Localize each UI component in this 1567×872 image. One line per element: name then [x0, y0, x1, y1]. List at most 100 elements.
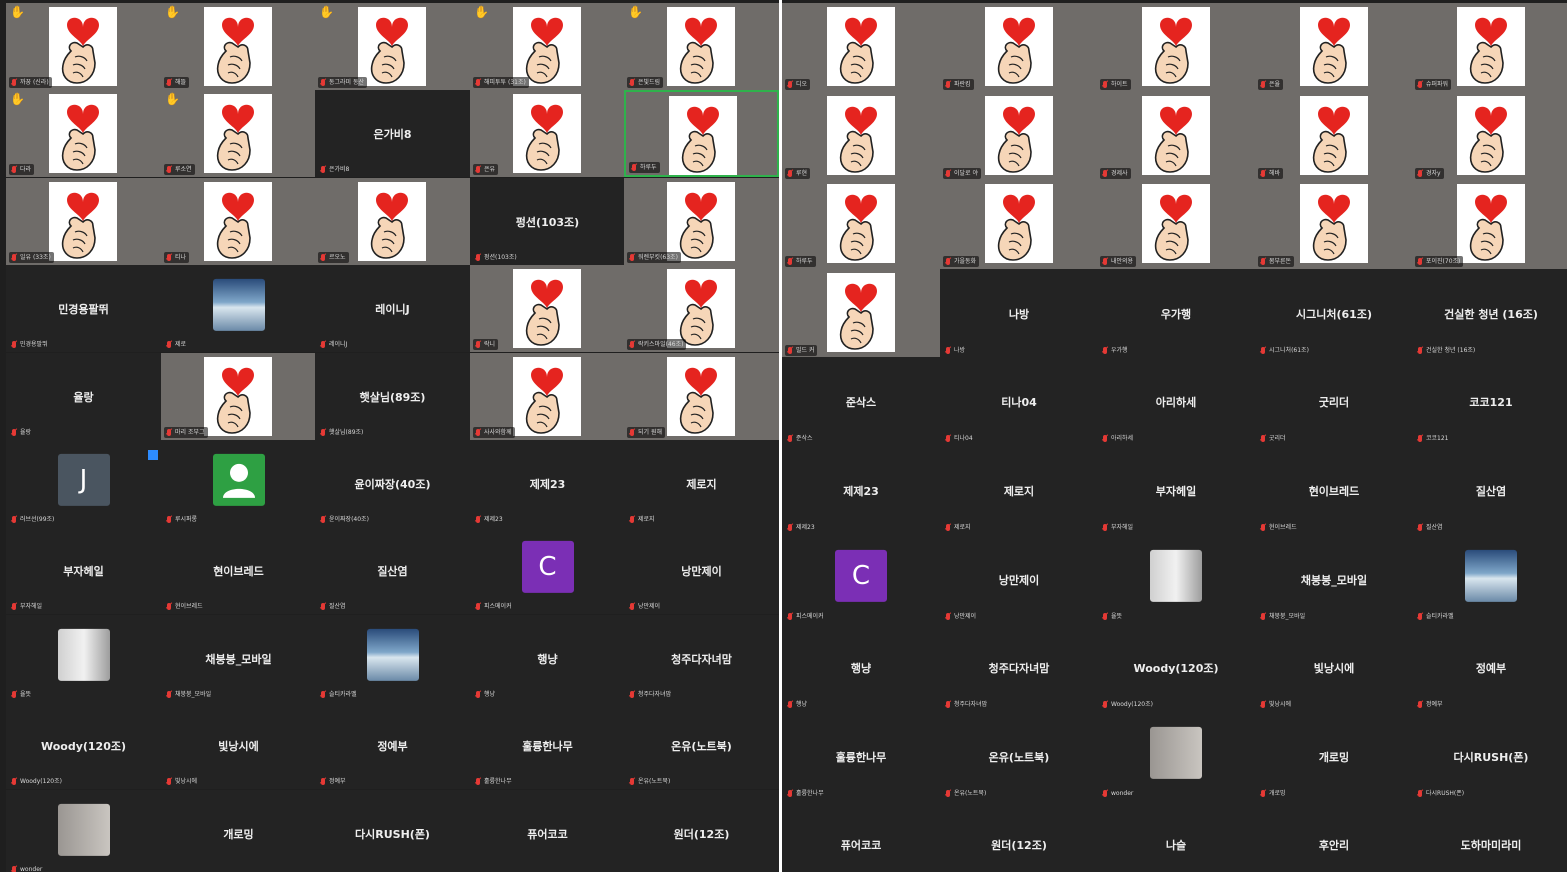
participant-tile[interactable]: Woody(120조) Woody(120조) — [1097, 623, 1255, 712]
participant-tile[interactable]: 정예부 정예부 — [315, 702, 470, 789]
participant-tile[interactable]: 청주다자녀맘 청주다자녀맘 — [624, 615, 779, 702]
participant-tile[interactable]: 하루두 — [782, 180, 940, 269]
participant-tile[interactable]: 티나 — [161, 178, 316, 265]
participant-tile[interactable]: 락니 — [470, 265, 625, 352]
participant-tile[interactable]: 제제23 제제23 — [782, 446, 940, 535]
participant-tile[interactable]: 르오노 — [315, 178, 470, 265]
participant-tile[interactable]: 낭만제이 낭만제이 — [940, 535, 1098, 624]
participant-tile[interactable]: 일유 (33조) — [6, 178, 161, 265]
participant-tile[interactable]: 가을동화 — [940, 180, 1098, 269]
participant-tile[interactable]: 밀드 커 — [782, 269, 940, 358]
participant-tile[interactable]: 율뜻 — [1097, 535, 1255, 624]
participant-tile[interactable]: 이달로 야 — [940, 92, 1098, 181]
participant-tile[interactable]: 청주다자녀맘 청주다자녀맘 — [940, 623, 1098, 712]
participant-tile[interactable]: 민경용팔뛰 민경용팔뛰 — [6, 265, 161, 352]
participant-tile[interactable]: 루시퍼롱 — [161, 440, 316, 527]
participant-tile[interactable]: 훌륭한나무 훌륭한나무 — [782, 712, 940, 801]
participant-tile[interactable]: ✋ 해피투투 (31조) — [470, 3, 625, 90]
participant-tile[interactable]: ✋ 루소연 — [161, 90, 316, 177]
participant-tile[interactable]: 건실한 청년 (16조) 건실한 청년 (16조) — [1412, 269, 1567, 358]
participant-tile[interactable]: 질산염 질산염 — [315, 527, 470, 614]
participant-tile[interactable]: 제로지 제로지 — [624, 440, 779, 527]
participant-tile[interactable]: 퓨어코코 — [470, 790, 625, 872]
participant-tile[interactable]: 펑션(103조) 펑션(103조) — [470, 178, 625, 265]
participant-tile[interactable]: wonder — [1097, 712, 1255, 801]
participant-tile[interactable]: 다시RUSH(폰) — [315, 790, 470, 872]
participant-tile[interactable]: 파란킴 — [940, 3, 1098, 92]
participant-tile[interactable]: Woody(120조) Woody(120조) — [6, 702, 161, 789]
participant-tile[interactable]: 온유(노트북) 온유(노트북) — [940, 712, 1098, 801]
participant-tile[interactable]: 제로지 제로지 — [940, 446, 1098, 535]
participant-tile[interactable]: 빛낭시에 빛낭시에 — [161, 702, 316, 789]
participant-tile[interactable]: 행냥 행냥 — [782, 623, 940, 712]
participant-tile[interactable]: 티나04 티나04 — [940, 357, 1098, 446]
participant-tile[interactable]: 윤이짜장(40조) 윤이짜장(40조) — [315, 440, 470, 527]
participant-tile[interactable]: 봄부른돈 — [1255, 180, 1413, 269]
participant-tile[interactable]: 루현 — [782, 92, 940, 181]
participant-tile[interactable]: 은가비8 은가비8 — [315, 90, 470, 177]
participant-tile[interactable]: ✋ 까꿍 (신라) — [6, 3, 161, 90]
participant-tile[interactable]: 율뜻 — [6, 615, 161, 702]
participant-tile[interactable]: 정예부 정예부 — [1412, 623, 1567, 712]
participant-tile[interactable]: 경자y — [1412, 92, 1567, 181]
participant-tile[interactable]: 굿리더 굿리더 — [1255, 357, 1413, 446]
participant-tile[interactable]: 우가행 우가행 — [1097, 269, 1255, 358]
participant-tile[interactable]: 채붕붕_모바일 채붕붕_모바일 — [161, 615, 316, 702]
participant-tile[interactable]: ✋ 은빛드림 — [624, 3, 779, 90]
participant-tile[interactable]: wonder — [6, 790, 161, 872]
participant-tile[interactable]: 부자헤일 부자헤일 — [1097, 446, 1255, 535]
participant-tile[interactable]: 준삭스 준삭스 — [782, 357, 940, 446]
participant-tile[interactable]: 슬티카라멜 — [315, 615, 470, 702]
participant-tile[interactable]: 질산염 질산염 — [1412, 446, 1567, 535]
participant-tile[interactable]: 은유 — [470, 90, 625, 177]
participant-tile[interactable]: 개로밍 — [161, 790, 316, 872]
participant-tile[interactable]: J 러브선(99조) — [6, 440, 161, 527]
participant-tile[interactable]: 코코121 코코121 — [1412, 357, 1567, 446]
participant-tile[interactable]: 디오 — [782, 3, 940, 92]
participant-tile[interactable]: ✋ 동그라미 동산 — [315, 3, 470, 90]
participant-tile[interactable]: 아리하세 아리하세 — [1097, 357, 1255, 446]
participant-tile[interactable]: 도하마미라미 — [1412, 800, 1567, 872]
participant-tile[interactable]: 은율 — [1255, 3, 1413, 92]
participant-tile[interactable]: 채붕붕_모바일 채붕붕_모바일 — [1255, 535, 1413, 624]
participant-tile[interactable]: 사사와함께 — [470, 353, 625, 440]
participant-tile[interactable]: 슬티카라멜 — [1412, 535, 1567, 624]
participant-tile[interactable]: 부자헤일 부자헤일 — [6, 527, 161, 614]
participant-tile[interactable]: 낭만제이 낭만제이 — [624, 527, 779, 614]
participant-tile[interactable]: 경제사 — [1097, 92, 1255, 181]
participant-tile[interactable]: 내안의용 — [1097, 180, 1255, 269]
participant-tile[interactable]: C 피스메이커 — [470, 527, 625, 614]
participant-tile[interactable]: 다시RUSH(폰) 다시RUSH(폰) — [1412, 712, 1567, 801]
participant-tile[interactable]: 개로밍 개로밍 — [1255, 712, 1413, 801]
participant-tile[interactable]: ✋ 다라 — [6, 90, 161, 177]
participant-tile[interactable]: 햇살님(89조) 햇살님(89조) — [315, 353, 470, 440]
participant-tile[interactable]: 제제23 제제23 — [470, 440, 625, 527]
participant-tile[interactable]: ✋ 해뜰 — [161, 3, 316, 90]
participant-tile[interactable]: 마리 조부그 — [161, 353, 316, 440]
participant-tile[interactable]: 온유(노트북) 온유(노트북) — [624, 702, 779, 789]
participant-tile[interactable]: 퓨어코코 — [782, 800, 940, 872]
participant-tile[interactable]: 행냥 행냥 — [470, 615, 625, 702]
participant-tile[interactable]: C 피스메이커 — [782, 535, 940, 624]
participant-tile[interactable]: 락키스마일(46조) — [624, 265, 779, 352]
participant-tile[interactable]: 시그니처(61조) 시그니처(61조) — [1255, 269, 1413, 358]
participant-tile[interactable]: 제로 — [161, 265, 316, 352]
participant-tile[interactable]: 하이트 — [1097, 3, 1255, 92]
participant-tile[interactable]: 현이브레드 현이브레드 — [1255, 446, 1413, 535]
participant-tile[interactable]: 헤바 — [1255, 92, 1413, 181]
participant-tile[interactable]: 빛낭시에 빛낭시에 — [1255, 623, 1413, 712]
participant-tile[interactable]: 현이브레드 현이브레드 — [161, 527, 316, 614]
participant-tile[interactable]: 후안리 — [1255, 800, 1413, 872]
participant-tile[interactable]: 포이진(70조) — [1412, 180, 1567, 269]
participant-tile[interactable]: 레이니J 레이니J — [315, 265, 470, 352]
participant-tile[interactable]: 나방 나방 — [940, 269, 1098, 358]
participant-tile[interactable]: 율랑 율랑 — [6, 353, 161, 440]
participant-tile[interactable]: 훌륭한나무 훌륭한나무 — [470, 702, 625, 789]
participant-tile[interactable]: 워렌부킷(63조) — [624, 178, 779, 265]
participant-tile[interactable]: 하루두 — [624, 90, 779, 177]
participant-tile[interactable]: 되기 원해 — [624, 353, 779, 440]
participant-tile[interactable]: 원더(12조) — [624, 790, 779, 872]
participant-tile[interactable]: 원더(12조) — [940, 800, 1098, 872]
participant-tile[interactable]: 나슬 — [1097, 800, 1255, 872]
participant-tile[interactable]: 슈퍼파워 — [1412, 3, 1567, 92]
